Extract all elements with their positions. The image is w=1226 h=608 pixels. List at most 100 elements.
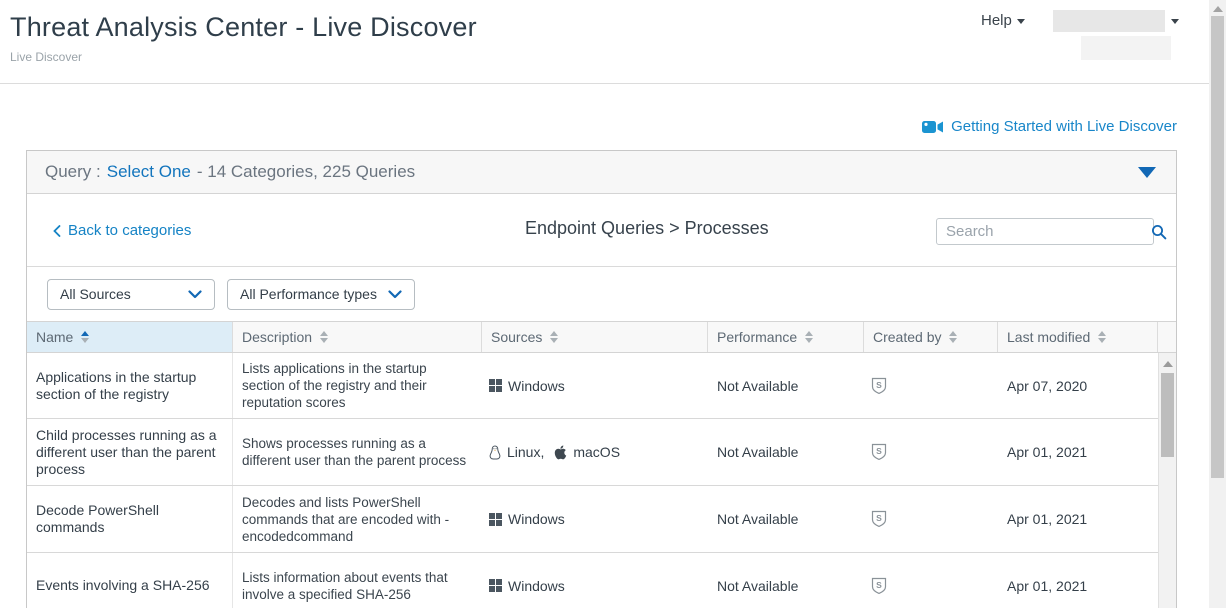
sophos-shield-icon: S <box>871 377 887 395</box>
search-box <box>936 218 1154 245</box>
page-subtitle: Live Discover <box>10 50 82 64</box>
getting-started-link[interactable]: Getting Started with Live Discover <box>922 118 1177 135</box>
table-body: Applications in the startup section of t… <box>27 353 1176 608</box>
sort-icon <box>949 331 957 343</box>
query-name-cell: Applications in the startup section of t… <box>27 353 233 418</box>
query-name-cell: Events involving a SHA-256 <box>27 553 233 608</box>
sources-filter-dropdown[interactable]: All Sources <box>47 279 215 310</box>
created-by-cell: S <box>864 486 998 552</box>
query-name[interactable]: Decode PowerShell commands <box>36 502 222 536</box>
source-label: Windows <box>508 511 565 527</box>
column-label: Last modified <box>1007 329 1090 345</box>
table-scrollbar[interactable] <box>1158 353 1176 608</box>
created-by-cell: S <box>864 419 998 485</box>
svg-text:S: S <box>876 580 882 590</box>
help-label: Help <box>981 12 1012 29</box>
column-header-name[interactable]: Name <box>27 322 233 352</box>
query-sources-cell: Windows <box>482 486 708 552</box>
query-name-cell: Decode PowerShell commands <box>27 486 233 552</box>
query-description-cell: Decodes and lists PowerShell commands th… <box>233 486 482 552</box>
user-menu-redacted[interactable] <box>1053 10 1165 32</box>
column-header-performance[interactable]: Performance <box>708 322 864 352</box>
table-row[interactable]: Decode PowerShell commands Decodes and li… <box>27 486 1176 553</box>
chevron-down-icon[interactable] <box>1171 19 1179 24</box>
chevron-down-icon <box>388 290 402 299</box>
back-link-label: Back to categories <box>68 222 191 239</box>
query-sources-cell: Linux, macOS <box>482 419 708 485</box>
account-redacted <box>1081 36 1171 60</box>
column-label: Name <box>36 329 73 345</box>
sort-icon <box>805 331 813 343</box>
query-name[interactable]: Applications in the startup section of t… <box>36 369 222 403</box>
query-name[interactable]: Child processes running as a different u… <box>36 427 222 478</box>
query-select-link[interactable]: Select One <box>107 162 191 182</box>
query-description-cell: Shows processes running as a different u… <box>233 419 482 485</box>
table-header: Name Description Sources Performance Created… <box>27 321 1176 353</box>
table-row[interactable]: Applications in the startup section of t… <box>27 353 1176 419</box>
query-panel: Query : Select One - 14 Categories, 225 … <box>26 150 1177 608</box>
created-by-cell: S <box>864 353 998 418</box>
created-by-cell: S <box>864 553 998 608</box>
header-divider <box>0 83 1226 84</box>
table-scrollbar-thumb[interactable] <box>1161 373 1174 457</box>
windows-icon <box>489 513 502 526</box>
scroll-up-icon[interactable] <box>1163 361 1173 367</box>
column-label: Sources <box>491 329 542 345</box>
column-header-created-by[interactable]: Created by <box>864 322 998 352</box>
breadcrumb: Endpoint Queries > Processes <box>525 218 769 239</box>
filter-row: All Sources All Performance types <box>27 267 1176 321</box>
column-header-sources[interactable]: Sources <box>482 322 708 352</box>
svg-text:S: S <box>876 380 882 390</box>
table-row[interactable]: Child processes running as a different u… <box>27 419 1176 486</box>
browser-scrollbar-thumb[interactable] <box>1211 16 1224 478</box>
last-modified-cell: Apr 01, 2021 <box>998 486 1158 552</box>
performance-cell: Not Available <box>708 353 864 418</box>
chevron-left-icon <box>53 225 61 237</box>
source-label: macOS <box>573 444 620 460</box>
query-name[interactable]: Events involving a SHA-256 <box>36 577 210 594</box>
sort-icon <box>550 331 558 343</box>
column-header-description[interactable]: Description <box>233 322 482 352</box>
query-sources-cell: Windows <box>482 553 708 608</box>
query-name-cell: Child processes running as a different u… <box>27 419 233 485</box>
sort-icon <box>81 331 89 343</box>
chevron-down-icon <box>188 290 202 299</box>
search-input[interactable] <box>937 223 1151 240</box>
svg-text:S: S <box>876 446 882 456</box>
last-modified-cell: Apr 01, 2021 <box>998 419 1158 485</box>
column-label: Description <box>242 329 312 345</box>
query-summary: - 14 Categories, 225 Queries <box>197 162 415 182</box>
source-label: Linux, <box>507 444 544 460</box>
column-label: Created by <box>873 329 941 345</box>
table-row[interactable]: Events involving a SHA-256 Lists informat… <box>27 553 1176 608</box>
page-title: Threat Analysis Center - Live Discover <box>10 12 477 43</box>
search-icon[interactable] <box>1151 224 1167 240</box>
column-header-last-modified[interactable]: Last modified <box>998 322 1158 352</box>
query-description-cell: Lists applications in the startup sectio… <box>233 353 482 418</box>
sort-icon <box>1098 331 1106 343</box>
video-icon <box>922 120 944 134</box>
sophos-shield-icon: S <box>871 443 887 461</box>
sophos-shield-icon: S <box>871 577 887 595</box>
help-menu[interactable]: Help <box>981 12 1025 29</box>
performance-cell: Not Available <box>708 553 864 608</box>
apple-icon <box>554 445 567 460</box>
chevron-down-icon <box>1017 19 1025 24</box>
browser-scrollbar[interactable] <box>1209 0 1226 608</box>
last-modified-cell: Apr 07, 2020 <box>998 353 1158 418</box>
back-to-categories-link[interactable]: Back to categories <box>53 222 191 239</box>
performance-cell: Not Available <box>708 419 864 485</box>
getting-started-label: Getting Started with Live Discover <box>951 118 1177 135</box>
column-label: Performance <box>717 329 797 345</box>
scroll-up-icon[interactable] <box>1213 6 1223 12</box>
sort-icon <box>320 331 328 343</box>
performance-cell: Not Available <box>708 486 864 552</box>
windows-icon <box>489 579 502 592</box>
query-label: Query : <box>45 162 101 182</box>
last-modified-cell: Apr 01, 2021 <box>998 553 1158 608</box>
sources-filter-label: All Sources <box>60 286 131 302</box>
performance-filter-dropdown[interactable]: All Performance types <box>227 279 415 310</box>
query-description-cell: Lists information about events that invo… <box>233 553 482 608</box>
linux-icon <box>489 445 501 460</box>
collapse-panel-icon[interactable] <box>1138 167 1156 178</box>
